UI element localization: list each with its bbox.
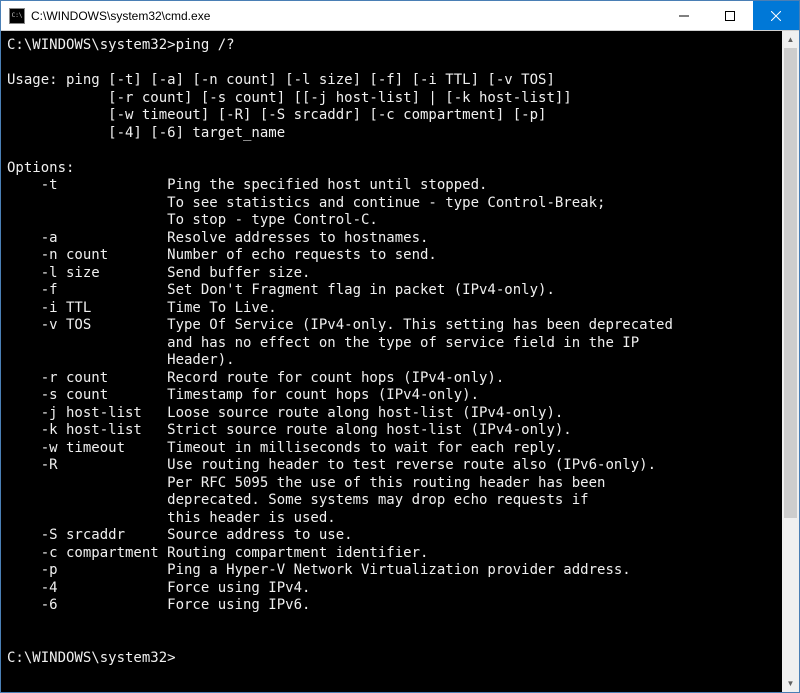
terminal-output[interactable]: C:\WINDOWS\system32>ping /? Usage: ping … <box>1 31 782 692</box>
scrollbar-track[interactable] <box>782 48 799 675</box>
scroll-up-button[interactable]: ▲ <box>782 31 799 48</box>
scroll-down-button[interactable]: ▼ <box>782 675 799 692</box>
vertical-scrollbar[interactable]: ▲ ▼ <box>782 31 799 692</box>
close-button[interactable] <box>753 1 799 30</box>
minimize-button[interactable] <box>661 1 707 30</box>
window-title: C:\WINDOWS\system32\cmd.exe <box>31 9 661 23</box>
window-controls <box>661 1 799 30</box>
minimize-icon <box>679 11 689 21</box>
scrollbar-thumb[interactable] <box>784 48 797 518</box>
titlebar[interactable]: C:\WINDOWS\system32\cmd.exe <box>1 1 799 31</box>
cmd-icon <box>9 8 25 24</box>
maximize-button[interactable] <box>707 1 753 30</box>
close-icon <box>771 11 781 21</box>
cmd-window: C:\WINDOWS\system32\cmd.exe C:\WINDOWS\s… <box>0 0 800 693</box>
maximize-icon <box>725 11 735 21</box>
terminal-wrapper: C:\WINDOWS\system32>ping /? Usage: ping … <box>1 31 799 692</box>
